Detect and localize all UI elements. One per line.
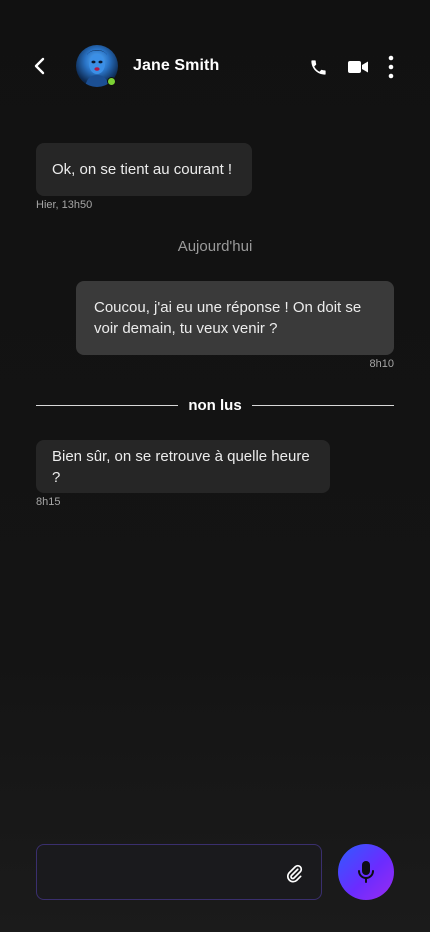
message-timestamp: Hier, 13h50 bbox=[36, 199, 93, 211]
video-camera-icon bbox=[348, 61, 368, 73]
message-timestamp: 8h10 bbox=[369, 358, 394, 370]
more-options-button[interactable] bbox=[378, 54, 404, 80]
contact-name[interactable]: Jane Smith bbox=[133, 57, 219, 75]
phone-icon bbox=[310, 59, 326, 75]
call-button[interactable] bbox=[305, 54, 331, 80]
message-text: Ok, on se tient au courant ! bbox=[52, 161, 233, 178]
voice-record-button[interactable] bbox=[338, 844, 394, 900]
unread-separator: non lus bbox=[36, 397, 394, 417]
message-input[interactable] bbox=[51, 845, 281, 899]
divider-line bbox=[252, 405, 394, 406]
chat-screen: Jane Smith Ok, on se tient au courant ! … bbox=[0, 0, 430, 932]
message-bubble-sent[interactable]: Coucou, j'ai eu une réponse ! On doit se… bbox=[76, 281, 394, 355]
microphone-icon bbox=[358, 861, 374, 883]
chat-header: Jane Smith bbox=[0, 0, 430, 134]
message-text: Bien sûr, on se retrouve à quelle heure … bbox=[52, 447, 310, 486]
back-button[interactable] bbox=[26, 52, 54, 80]
message-timestamp: 8h15 bbox=[36, 496, 61, 508]
message-bubble-received[interactable]: Ok, on se tient au courant ! bbox=[36, 143, 252, 196]
chevron-left-icon bbox=[34, 57, 45, 75]
attach-button[interactable] bbox=[281, 860, 307, 886]
message-text: Coucou, j'ai eu une réponse ! On doit se… bbox=[94, 299, 362, 337]
day-separator: Aujourd'hui bbox=[177, 238, 253, 255]
avatar[interactable] bbox=[76, 45, 118, 87]
more-vertical-icon bbox=[388, 55, 394, 79]
video-call-button[interactable] bbox=[345, 54, 371, 80]
online-status-dot bbox=[107, 77, 116, 86]
message-composer bbox=[36, 844, 322, 900]
message-bubble-received[interactable]: Bien sûr, on se retrouve à quelle heure … bbox=[36, 440, 330, 493]
paperclip-icon bbox=[286, 864, 303, 883]
